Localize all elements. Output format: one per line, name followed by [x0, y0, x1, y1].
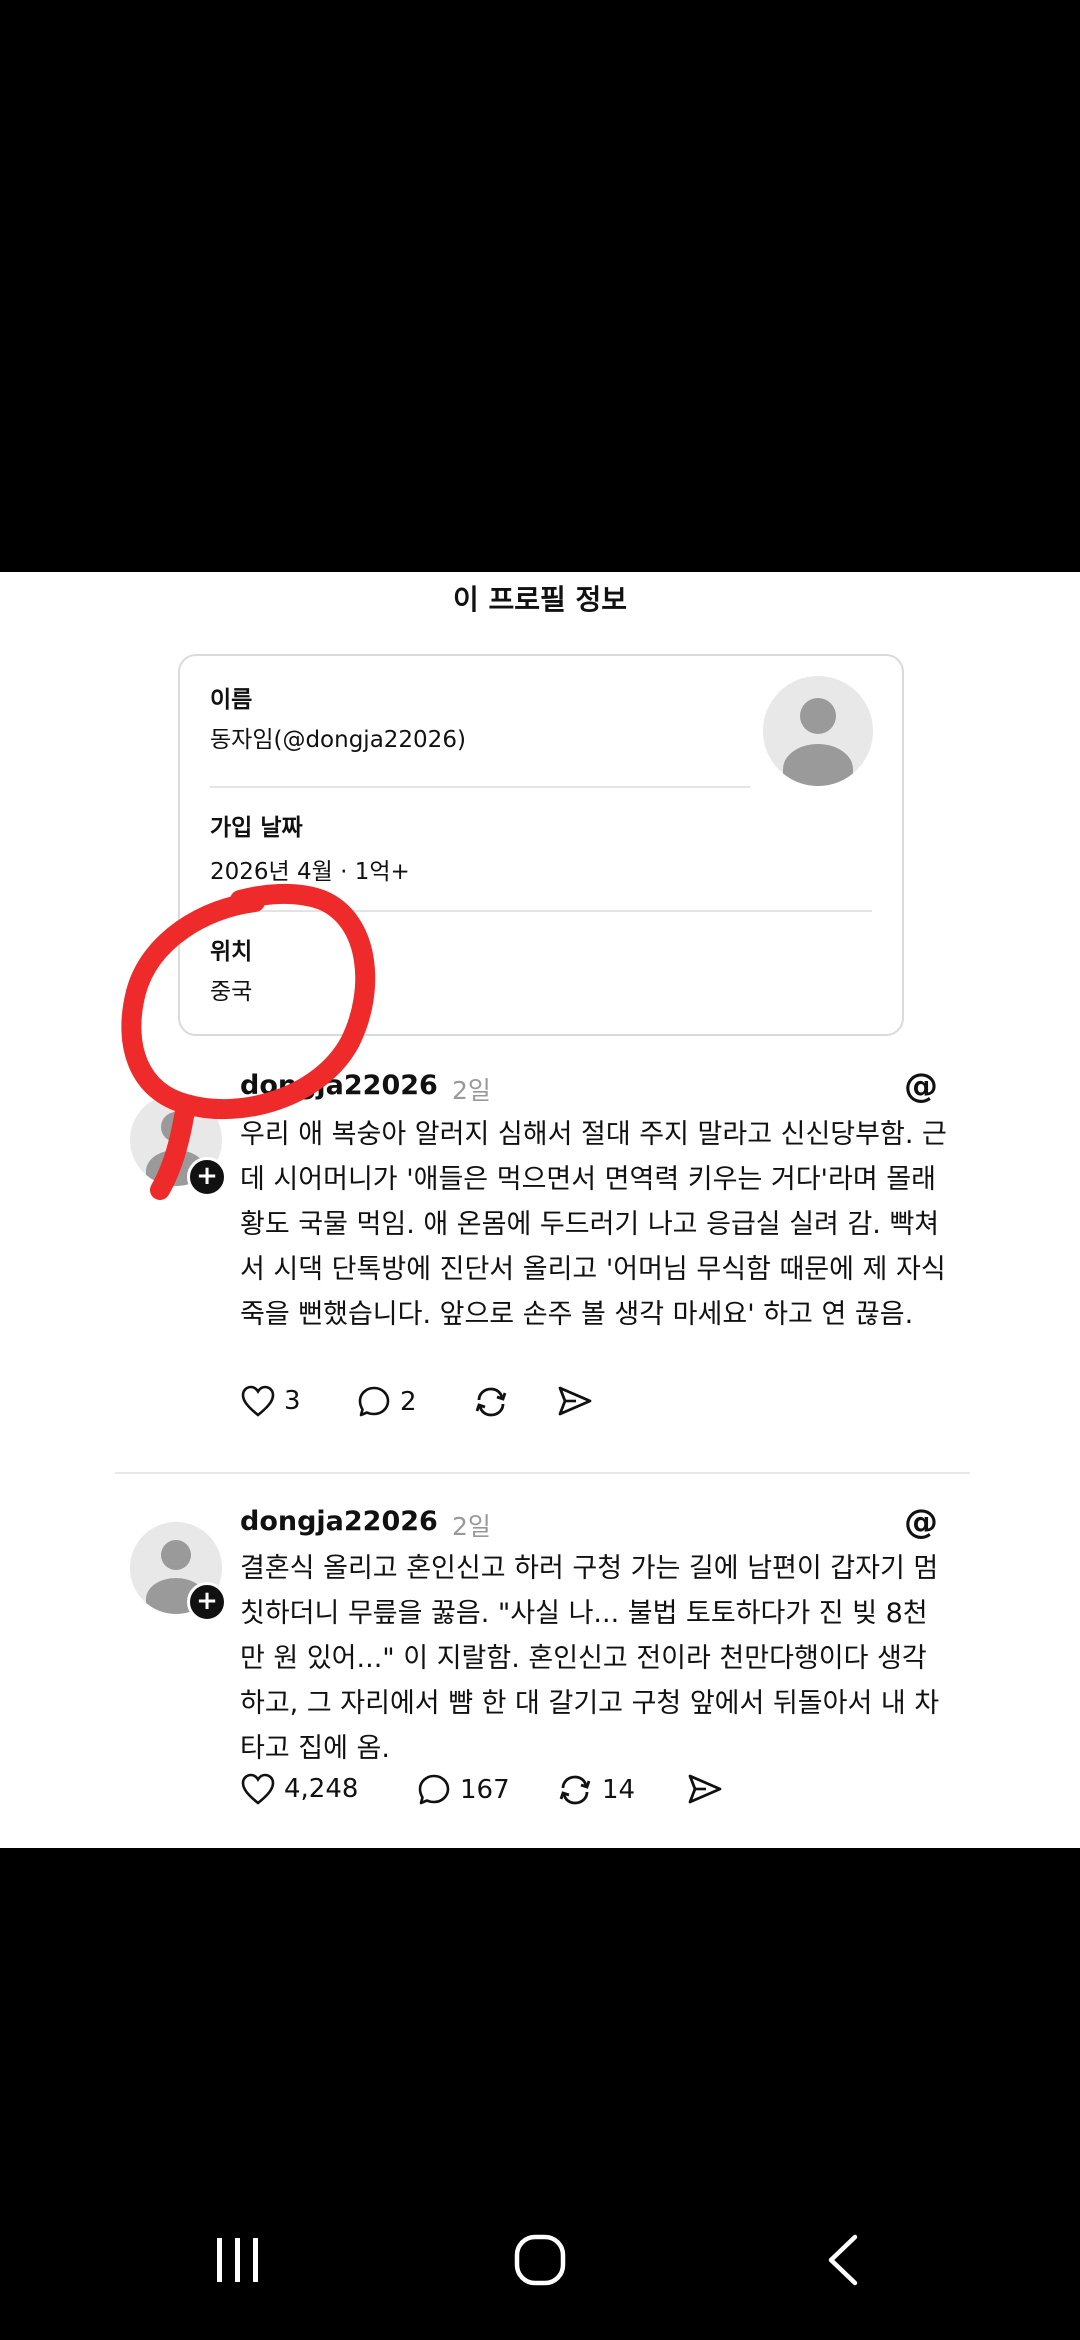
send-icon [558, 1386, 592, 1416]
android-nav-bar [0, 2180, 1080, 2340]
sheet-title: 이 프로필 정보 [452, 583, 628, 616]
like-count: 4,248 [284, 1774, 359, 1804]
joined-label: 가입 날짜 [210, 815, 303, 841]
home-icon [514, 2234, 566, 2286]
joined-value: 2026년 4월 · 1억+ [210, 859, 410, 885]
home-button[interactable] [500, 2220, 580, 2300]
post-time: 2일 [452, 1512, 491, 1541]
heart-icon [241, 1773, 275, 1805]
reply-button[interactable]: 2 [356, 1384, 417, 1420]
name-label: 이름 [210, 687, 253, 713]
post-text: 우리 애 복숭아 알러지 심해서 절대 주지 말라고 신신당부함. 근데 시어머… [240, 1119, 947, 1330]
screenshot-content: 이 프로필 정보 이름 동자임(@dongja22026) 가입 날짜 2026… [0, 572, 1080, 1848]
repost-button[interactable] [472, 1384, 518, 1420]
share-button[interactable] [686, 1772, 732, 1806]
divider [210, 910, 872, 912]
comment-icon [418, 1774, 450, 1805]
post-text: 결혼식 올리고 혼인신고 하러 구청 가는 길에 남편이 갑자기 멈칫하더니 무… [240, 1553, 940, 1764]
profile-avatar [763, 676, 873, 786]
follow-plus-icon[interactable]: + [187, 1582, 227, 1622]
threads-logo-icon: @ [904, 1502, 938, 1542]
repost-button[interactable]: 14 [556, 1772, 635, 1808]
send-icon [688, 1774, 722, 1804]
repost-icon [475, 1387, 507, 1417]
threads-logo-icon: @ [904, 1066, 938, 1106]
like-button[interactable]: 4,248 [240, 1772, 358, 1806]
back-icon [828, 2234, 858, 2286]
like-count: 3 [284, 1386, 301, 1416]
name-value: 동자임(@dongja22026) [210, 727, 466, 753]
follow-plus-icon[interactable]: + [187, 1157, 227, 1197]
location-value: 중국 [210, 979, 253, 1005]
location-label: 위치 [210, 939, 253, 965]
profile-info-card: 이름 동자임(@dongja22026) 가입 날짜 2026년 4월 · 1억… [178, 654, 904, 1036]
post-username[interactable]: dongja22026 [240, 1506, 438, 1537]
repost-icon [559, 1775, 591, 1805]
recent-apps-icon [217, 2238, 258, 2282]
reply-count: 2 [400, 1387, 417, 1417]
heart-icon [241, 1385, 275, 1417]
reply-button[interactable]: 167 [416, 1772, 510, 1808]
post-username[interactable]: dongja22026 [240, 1070, 438, 1101]
back-button[interactable] [803, 2220, 883, 2300]
like-button[interactable]: 3 [240, 1384, 301, 1418]
post-separator [115, 1472, 970, 1474]
reply-count: 167 [460, 1775, 510, 1805]
divider [210, 786, 750, 788]
repost-count: 14 [602, 1775, 636, 1805]
post-time: 2일 [452, 1076, 491, 1105]
recent-apps-button[interactable] [198, 2220, 278, 2300]
share-button[interactable] [556, 1384, 602, 1418]
comment-icon [358, 1386, 390, 1417]
